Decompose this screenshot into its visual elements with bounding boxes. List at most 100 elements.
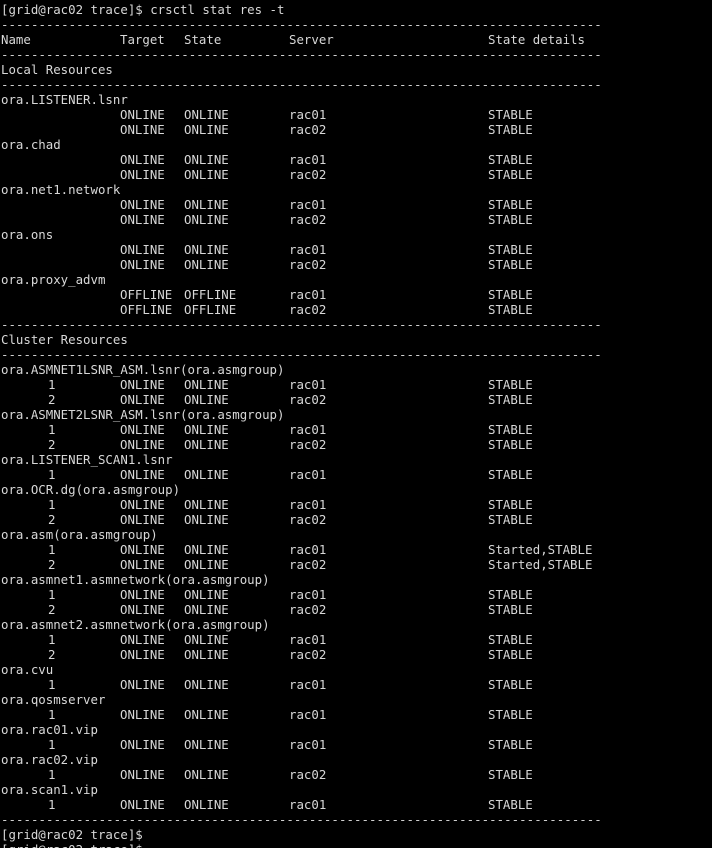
- instance-index: 1: [48, 737, 56, 752]
- state-value: ONLINE: [184, 467, 229, 482]
- state-value: ONLINE: [184, 677, 229, 692]
- target-value: OFFLINE: [120, 302, 173, 317]
- section-title-cluster: Cluster Resources: [1, 332, 128, 347]
- instance-index: 2: [48, 647, 56, 662]
- state-details-value: Started,STABLE: [488, 557, 593, 572]
- command-line: [grid@rac02 trace]$ crsctl stat res -t: [1, 2, 285, 17]
- resource-name: ora.rac02.vip: [1, 752, 98, 767]
- state-details-value: STABLE: [488, 287, 533, 302]
- separator-line: ----------------------------------------…: [1, 317, 602, 332]
- server-value: rac02: [289, 212, 327, 227]
- instance-index: 2: [48, 557, 56, 572]
- target-value: ONLINE: [120, 197, 165, 212]
- instance-index: 1: [48, 467, 56, 482]
- resource-name: ora.asmnet1.asmnetwork(ora.asmgroup): [1, 572, 270, 587]
- server-value: rac01: [289, 737, 327, 752]
- target-value: ONLINE: [120, 677, 165, 692]
- state-value: OFFLINE: [184, 287, 237, 302]
- target-value: ONLINE: [120, 737, 165, 752]
- target-value: OFFLINE: [120, 287, 173, 302]
- server-value: rac01: [289, 197, 327, 212]
- state-value: ONLINE: [184, 707, 229, 722]
- resource-name: ora.asm(ora.asmgroup): [1, 527, 158, 542]
- target-value: ONLINE: [120, 122, 165, 137]
- target-value: ONLINE: [120, 797, 165, 812]
- instance-index: 1: [48, 542, 56, 557]
- server-value: rac02: [289, 557, 327, 572]
- resource-name: ora.ons: [1, 227, 54, 242]
- resource-name: ora.proxy_advm: [1, 272, 106, 287]
- instance-index: 1: [48, 632, 56, 647]
- instance-index: 2: [48, 512, 56, 527]
- state-details-value: STABLE: [488, 677, 533, 692]
- instance-index: 2: [48, 392, 56, 407]
- server-value: rac02: [289, 302, 327, 317]
- separator-line: ----------------------------------------…: [1, 17, 602, 32]
- state-value: ONLINE: [184, 797, 229, 812]
- state-value: ONLINE: [184, 242, 229, 257]
- state-details-value: STABLE: [488, 212, 533, 227]
- state-details-value: STABLE: [488, 632, 533, 647]
- state-details-value: STABLE: [488, 197, 533, 212]
- resource-name: ora.chad: [1, 137, 61, 152]
- server-value: rac01: [289, 287, 327, 302]
- header-target: Target: [120, 32, 165, 47]
- shell-prompt-partial: [grid@rac02 trace]$: [1, 842, 143, 848]
- server-value: rac01: [289, 467, 327, 482]
- target-value: ONLINE: [120, 707, 165, 722]
- state-value: ONLINE: [184, 152, 229, 167]
- server-value: rac01: [289, 497, 327, 512]
- state-value: ONLINE: [184, 107, 229, 122]
- state-value: OFFLINE: [184, 302, 237, 317]
- state-value: ONLINE: [184, 377, 229, 392]
- server-value: rac01: [289, 587, 327, 602]
- target-value: ONLINE: [120, 647, 165, 662]
- server-value: rac02: [289, 392, 327, 407]
- state-details-value: STABLE: [488, 167, 533, 182]
- state-details-value: STABLE: [488, 422, 533, 437]
- server-value: rac02: [289, 122, 327, 137]
- server-value: rac01: [289, 377, 327, 392]
- server-value: rac01: [289, 107, 327, 122]
- state-details-value: STABLE: [488, 152, 533, 167]
- instance-index: 1: [48, 497, 56, 512]
- header-state: State: [184, 32, 222, 47]
- target-value: ONLINE: [120, 377, 165, 392]
- terminal-window[interactable]: [grid@rac02 trace]$ crsctl stat res -t --…: [0, 0, 712, 848]
- state-value: ONLINE: [184, 542, 229, 557]
- server-value: rac02: [289, 167, 327, 182]
- state-details-value: STABLE: [488, 497, 533, 512]
- shell-prompt: [grid@rac02 trace]$: [1, 827, 143, 842]
- state-details-value: STABLE: [488, 647, 533, 662]
- state-value: ONLINE: [184, 512, 229, 527]
- resource-name: ora.rac01.vip: [1, 722, 98, 737]
- instance-index: 1: [48, 767, 56, 782]
- server-value: rac01: [289, 152, 327, 167]
- section-title-local: Local Resources: [1, 62, 113, 77]
- state-value: ONLINE: [184, 122, 229, 137]
- state-details-value: STABLE: [488, 467, 533, 482]
- state-details-value: Started,STABLE: [488, 542, 593, 557]
- state-value: ONLINE: [184, 647, 229, 662]
- target-value: ONLINE: [120, 152, 165, 167]
- state-value: ONLINE: [184, 602, 229, 617]
- state-value: ONLINE: [184, 557, 229, 572]
- state-value: ONLINE: [184, 632, 229, 647]
- server-value: rac01: [289, 797, 327, 812]
- target-value: ONLINE: [120, 467, 165, 482]
- state-value: ONLINE: [184, 497, 229, 512]
- separator-line: ----------------------------------------…: [1, 47, 602, 62]
- target-value: ONLINE: [120, 602, 165, 617]
- state-details-value: STABLE: [488, 767, 533, 782]
- resource-name: ora.cvu: [1, 662, 54, 677]
- resource-name: ora.net1.network: [1, 182, 121, 197]
- target-value: ONLINE: [120, 497, 165, 512]
- server-value: rac01: [289, 422, 327, 437]
- state-value: ONLINE: [184, 737, 229, 752]
- state-value: ONLINE: [184, 167, 229, 182]
- target-value: ONLINE: [120, 437, 165, 452]
- state-value: ONLINE: [184, 767, 229, 782]
- state-value: ONLINE: [184, 587, 229, 602]
- server-value: rac02: [289, 647, 327, 662]
- separator-line: ----------------------------------------…: [1, 347, 602, 362]
